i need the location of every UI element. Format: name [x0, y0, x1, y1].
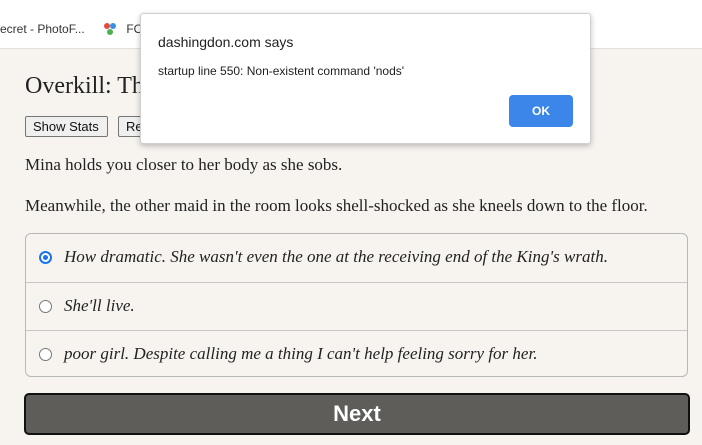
dialog-title: dashingdon.com says	[158, 34, 294, 50]
bookmark-photo[interactable]: ecret - PhotoF...	[0, 22, 85, 36]
choice-list: How dramatic. She wasn't even the one at…	[25, 233, 688, 377]
bookmark-label: ecret - PhotoF...	[0, 22, 85, 36]
choice-option[interactable]: She'll live.	[26, 282, 687, 330]
dialog-message: startup line 550: Non-existent command '…	[158, 64, 405, 78]
choice-label: poor girl. Despite calling me a thing I …	[64, 344, 538, 363]
page-title: Overkill: Th	[25, 73, 144, 99]
colorful-dots-icon	[104, 23, 116, 35]
story-paragraph: Mina holds you closer to her body as she…	[25, 155, 343, 174]
next-button[interactable]: Next	[24, 393, 690, 435]
story-paragraph: Meanwhile, the other maid in the room lo…	[25, 196, 648, 215]
choice-option[interactable]: poor girl. Despite calling me a thing I …	[26, 330, 687, 376]
alert-dialog: dashingdon.com says startup line 550: No…	[140, 13, 591, 144]
choice-label: She'll live.	[64, 296, 135, 315]
ok-button[interactable]: OK	[509, 95, 573, 127]
radio-icon[interactable]	[39, 300, 52, 313]
choice-option[interactable]: How dramatic. She wasn't even the one at…	[26, 234, 687, 282]
radio-selected-icon[interactable]	[39, 251, 52, 264]
choice-label: How dramatic. She wasn't even the one at…	[64, 247, 608, 266]
show-stats-button[interactable]: Show Stats	[25, 116, 108, 137]
bookmark-fo[interactable]: FO	[103, 22, 143, 36]
radio-icon[interactable]	[39, 348, 52, 361]
